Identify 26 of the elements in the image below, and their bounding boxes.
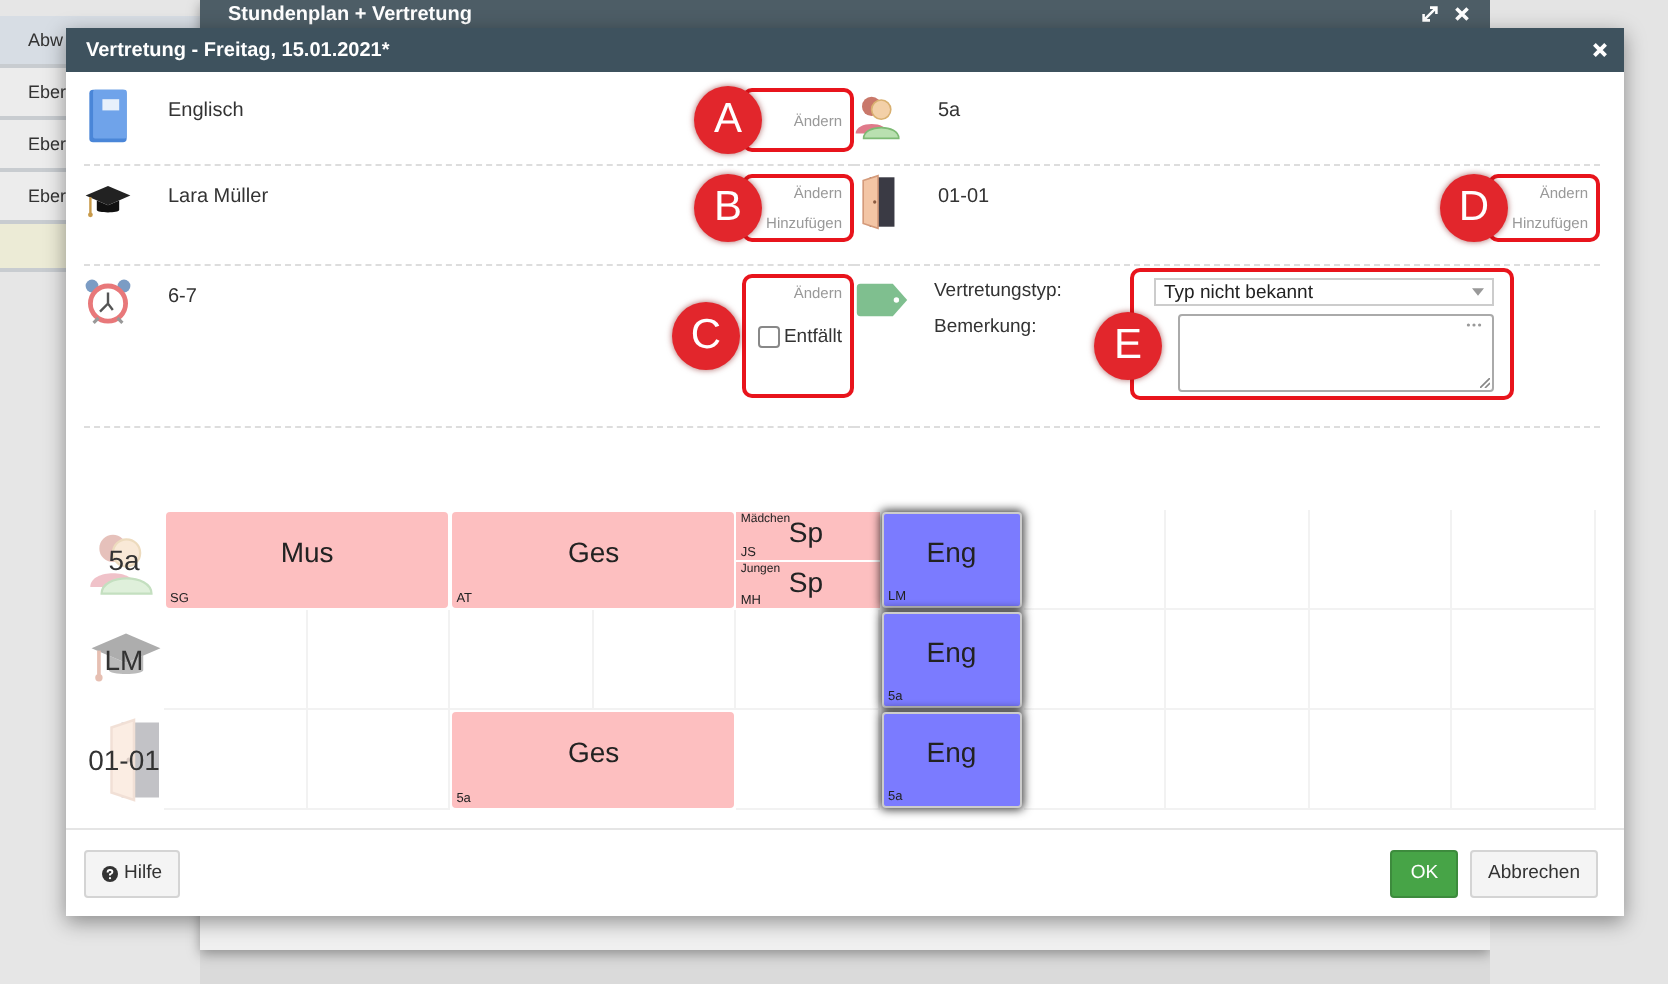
checkbox-label: Entfällt [783,326,842,348]
field-value: 01-01 [938,186,990,208]
subject-label: Ges [567,536,620,568]
field-value: 6-7 [168,286,197,308]
field-value: Lara Müller [168,186,269,208]
subject-label: Sp [788,516,823,548]
annotation-marker: D [1440,174,1508,242]
subject-label: Sp [788,565,823,597]
annotation-marker: A [694,86,762,154]
row-label: LM [104,644,144,676]
field-value: Englisch [168,100,244,122]
subject-label: Ges [567,736,620,768]
row-label: 01-01 [88,744,160,776]
field-label: Vertretungstyp: [934,278,1064,306]
dialog-title: Vertretung - Freitag, 15.01.2021* [86,39,392,61]
subject-label: Mus [280,536,334,568]
annotation-marker: C [672,302,740,370]
row-label: 5a [108,544,140,576]
field-value: 5a [938,100,961,122]
subject-label: Eng [926,736,977,768]
annotation-marker: E [1094,312,1162,381]
field-label: Bemerkung: [934,314,1039,342]
subject-label: Eng [926,536,977,568]
window-title: Stundenplan + Vertretung [228,3,474,25]
subject-label: Eng [926,636,977,668]
annotation-marker: B [694,174,762,242]
